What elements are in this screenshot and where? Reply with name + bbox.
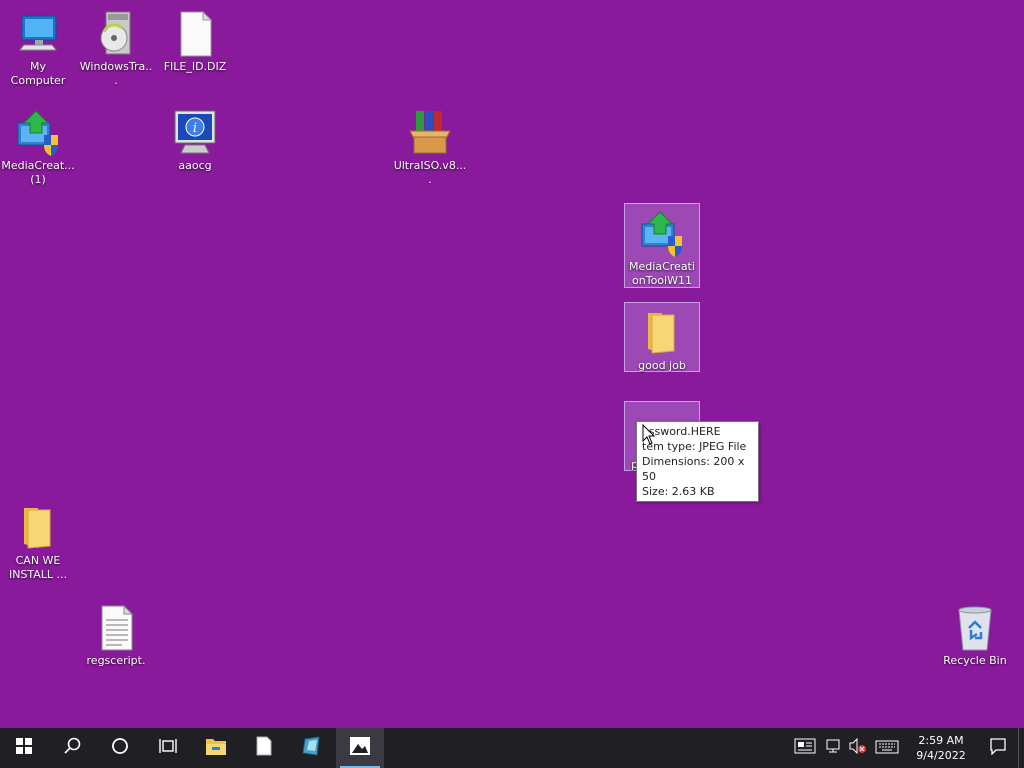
desktop-icon-file-id-diz[interactable]: FILE_ID.DIZ bbox=[157, 4, 233, 74]
start-icon bbox=[16, 738, 32, 758]
desktop[interactable]: My Computer WindowsTra... FILE_ID.DIZ Me… bbox=[0, 0, 1024, 728]
tooltip-item-type: tem type: JPEG File bbox=[642, 440, 747, 453]
clock-time: 2:59 AM bbox=[918, 734, 964, 747]
keyboard-button[interactable] bbox=[870, 728, 904, 768]
blank-file-icon bbox=[171, 10, 219, 58]
clock[interactable]: 2:59 AM 9/4/2022 bbox=[904, 733, 978, 763]
installer-cd-icon bbox=[92, 10, 140, 58]
photos-button[interactable] bbox=[336, 728, 384, 768]
media-creation-tool-icon bbox=[638, 210, 686, 258]
desktop-icon-regsceript[interactable]: regsceript. bbox=[78, 598, 154, 668]
tooltip-file-name: assword.HERE bbox=[642, 425, 721, 438]
winrar-archive-icon bbox=[406, 109, 454, 157]
cortana-button[interactable] bbox=[96, 728, 144, 768]
app-button[interactable] bbox=[288, 728, 336, 768]
volume-button[interactable] bbox=[846, 728, 870, 768]
desktop-icon-can-we-install[interactable]: CAN WE INSTALL ... bbox=[0, 498, 76, 582]
network-button[interactable] bbox=[822, 728, 846, 768]
text-file-icon bbox=[92, 604, 140, 652]
search-icon bbox=[63, 737, 81, 759]
desktop-icon-windows-transformation[interactable]: WindowsTra... bbox=[78, 4, 154, 88]
notepad-button[interactable] bbox=[240, 728, 288, 768]
computer-icon bbox=[14, 10, 62, 58]
task-view-button[interactable] bbox=[144, 728, 192, 768]
news-button[interactable] bbox=[788, 728, 822, 768]
notepad-icon bbox=[256, 736, 272, 760]
file-explorer-button[interactable] bbox=[192, 728, 240, 768]
clock-date: 9/4/2022 bbox=[916, 749, 966, 762]
tooltip-dimensions: Dimensions: 200 x 50 bbox=[642, 455, 745, 483]
desktop-icon-my-computer[interactable]: My Computer bbox=[0, 4, 76, 88]
desktop-icon-ultraiso[interactable]: UltraISO.v8.... bbox=[392, 103, 468, 187]
desktop-icon-good-job[interactable]: good job bbox=[624, 302, 700, 372]
mouse-cursor-icon bbox=[642, 423, 656, 446]
notification-icon bbox=[989, 737, 1007, 759]
show-desktop-button[interactable] bbox=[1018, 728, 1024, 768]
news-icon bbox=[794, 738, 816, 758]
media-creation-tool-icon bbox=[14, 109, 62, 157]
info-monitor-icon: i bbox=[171, 109, 219, 157]
network-icon bbox=[826, 738, 842, 758]
svg-text:i: i bbox=[193, 121, 197, 136]
desktop-icon-aaocg[interactable]: i aaocg bbox=[157, 103, 233, 173]
volume-muted-icon bbox=[849, 737, 867, 758]
system-tray: 2:59 AM 9/4/2022 bbox=[788, 728, 1024, 768]
taskbar: 2:59 AM 9/4/2022 bbox=[0, 728, 1024, 768]
keyboard-icon bbox=[875, 739, 899, 758]
desktop-icon-media-creation-tool-w11[interactable]: MediaCreationToolW11 bbox=[624, 203, 700, 288]
cortana-icon bbox=[111, 737, 129, 759]
task-view-icon bbox=[159, 737, 177, 759]
folder-icon bbox=[14, 504, 62, 552]
recycle-bin-icon bbox=[951, 604, 999, 652]
search-button[interactable] bbox=[48, 728, 96, 768]
tooltip-size: Size: 2.63 KB bbox=[642, 485, 715, 498]
desktop-icon-media-creation-tool-1[interactable]: MediaCreat... (1) bbox=[0, 103, 76, 187]
app-icon bbox=[301, 735, 323, 761]
file-explorer-icon bbox=[205, 736, 227, 760]
desktop-icon-recycle-bin[interactable]: Recycle Bin bbox=[937, 598, 1013, 668]
start-button[interactable] bbox=[0, 728, 48, 768]
action-center-button[interactable] bbox=[978, 728, 1018, 768]
folder-icon bbox=[638, 309, 686, 357]
photos-icon bbox=[349, 736, 371, 760]
